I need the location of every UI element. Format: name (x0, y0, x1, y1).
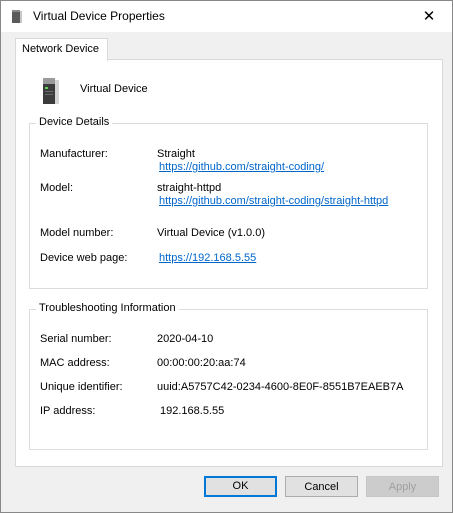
manufacturer-label: Manufacturer: (40, 148, 108, 160)
close-button[interactable]: ✕ (406, 1, 452, 32)
device-details-group: Device Details Manufacturer: Straight ht… (29, 116, 428, 289)
model-number-label: Model number: (40, 227, 114, 239)
mac-address-label: MAC address: (40, 357, 110, 369)
manufacturer-link[interactable]: https://github.com/straight-coding/ (159, 161, 324, 173)
troubleshooting-group: Troubleshooting Information Serial numbe… (29, 302, 428, 450)
server-device-icon (43, 78, 59, 104)
cancel-button[interactable]: Cancel (285, 476, 358, 497)
tab-label: Network Device (22, 43, 100, 55)
serial-number-label: Serial number: (40, 333, 112, 345)
mac-address-value: 00:00:00:20:aa:74 (157, 357, 246, 369)
model-number-value: Virtual Device (v1.0.0) (157, 227, 266, 239)
ip-address-label: IP address: (40, 405, 96, 417)
model-link[interactable]: https://github.com/straight-coding/strai… (159, 195, 388, 207)
properties-dialog: Virtual Device Properties ✕ Network Devi… (0, 0, 453, 513)
model-value: straight-httpd (157, 182, 222, 194)
ip-address-value: 192.168.5.55 (160, 405, 225, 417)
troubleshooting-legend: Troubleshooting Information (36, 302, 179, 314)
title-bar[interactable]: Virtual Device Properties ✕ (1, 1, 452, 32)
unique-identifier-label: Unique identifier: (40, 381, 123, 393)
web-page-link[interactable]: https://192.168.5.55 (159, 252, 256, 264)
model-label: Model: (40, 182, 74, 194)
unique-identifier-value: uuid:A5757C42-0234-4600-8E0F-8551B7EAEB7… (157, 381, 404, 393)
device-icon (12, 10, 22, 23)
web-page-label: Device web page: (40, 252, 128, 264)
serial-number-value: 2020-04-10 (157, 333, 214, 345)
device-name: Virtual Device (80, 83, 148, 95)
window-title: Virtual Device Properties (33, 9, 165, 23)
tab-panel: Virtual Device Device Details Manufactur… (15, 59, 443, 467)
close-icon: ✕ (422, 8, 436, 25)
device-details-legend: Device Details (36, 116, 113, 128)
ok-button[interactable]: OK (204, 476, 277, 497)
apply-button[interactable]: Apply (366, 476, 439, 497)
manufacturer-value: Straight (157, 148, 195, 160)
tab-network-device[interactable]: Network Device (15, 38, 108, 61)
